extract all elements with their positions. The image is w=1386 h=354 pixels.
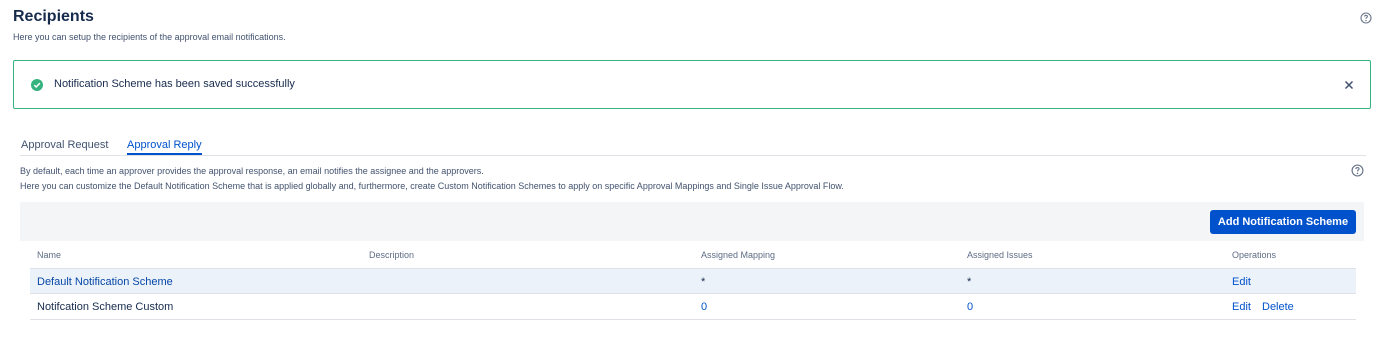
edit-link[interactable]: Edit — [1232, 301, 1251, 313]
add-notification-scheme-button[interactable]: Add Notification Scheme — [1210, 210, 1356, 234]
check-circle-icon — [31, 79, 43, 91]
delete-link[interactable]: Delete — [1262, 301, 1294, 313]
table-row: Notifcation Scheme Custom 0 0 Edit Delet… — [30, 294, 1356, 320]
column-header-operations: Operations — [1232, 250, 1277, 260]
tab-approval-reply[interactable]: Approval Reply — [127, 139, 202, 155]
table-toolbar: Add Notification Scheme — [20, 202, 1364, 241]
column-header-assigned-issues: Assigned Issues — [967, 250, 1033, 260]
scheme-name: Notifcation Scheme Custom — [37, 301, 174, 313]
assigned-issues-value: * — [967, 276, 972, 288]
tab-approval-request[interactable]: Approval Request — [21, 139, 108, 155]
description-line-2: Here you can customize the Default Notif… — [20, 181, 844, 191]
edit-link[interactable]: Edit — [1232, 276, 1251, 288]
close-icon[interactable] — [1342, 78, 1356, 92]
help-icon[interactable] — [1351, 164, 1364, 177]
success-flag: Notification Scheme has been saved succe… — [13, 60, 1371, 109]
scheme-name-link[interactable]: Default Notification Scheme — [37, 276, 173, 288]
table-row: Default Notification Scheme * * Edit — [30, 268, 1356, 294]
page-title: Recipients — [13, 8, 94, 25]
column-header-description: Description — [369, 250, 415, 260]
page-subtitle: Here you can setup the recipients of the… — [13, 32, 286, 42]
assigned-mapping-link[interactable]: 0 — [701, 301, 707, 313]
assigned-mapping-value: * — [701, 276, 706, 288]
column-header-assigned-mapping: Assigned Mapping — [701, 250, 776, 260]
help-icon[interactable] — [1360, 12, 1372, 24]
column-header-name: Name — [37, 250, 62, 260]
assigned-issues-link[interactable]: 0 — [967, 301, 973, 313]
description-line-1: By default, each time an approver provid… — [20, 166, 484, 176]
flag-message: Notification Scheme has been saved succe… — [54, 78, 295, 90]
tab-bar: Approval Request Approval Reply — [20, 136, 1366, 156]
